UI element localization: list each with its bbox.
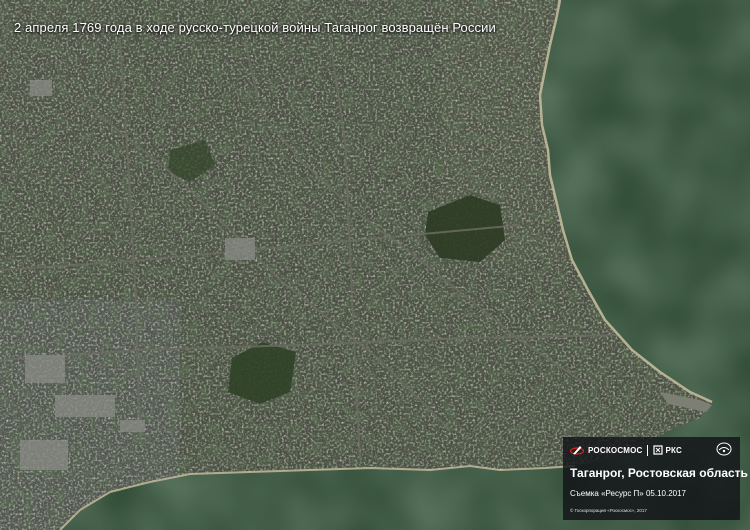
- place-name: Таганрог, Ростовская область: [570, 466, 748, 480]
- industrial-block: [120, 420, 145, 432]
- logo-row: РОСКОСМОС РКС: [570, 443, 682, 457]
- copyright-text: © Госкорпорация «Роскосмос», 2017: [570, 508, 647, 513]
- headline-caption: 2 апреля 1769 года в ходе русско-турецко…: [14, 20, 496, 35]
- brand-divider: [647, 444, 649, 456]
- industrial-block: [225, 238, 255, 260]
- industrial-block: [30, 80, 52, 96]
- satellite-map: 2 апреля 1769 года в ходе русско-турецко…: [0, 0, 750, 530]
- survey-info: Съемка «Ресурс П» 05.10.2017: [570, 489, 686, 498]
- brand-roskosmos: РОСКОСМОС: [588, 445, 643, 455]
- industrial-block: [25, 355, 65, 383]
- rocket-icon: [570, 446, 584, 455]
- emblem-icon: [716, 442, 732, 456]
- brand-rks: РКС: [665, 445, 682, 455]
- info-panel: РОСКОСМОС РКС Таганрог, Ростовская облас…: [563, 437, 748, 520]
- rks-icon: [653, 445, 664, 455]
- industrial-block: [20, 440, 68, 470]
- industrial-block: [55, 395, 115, 417]
